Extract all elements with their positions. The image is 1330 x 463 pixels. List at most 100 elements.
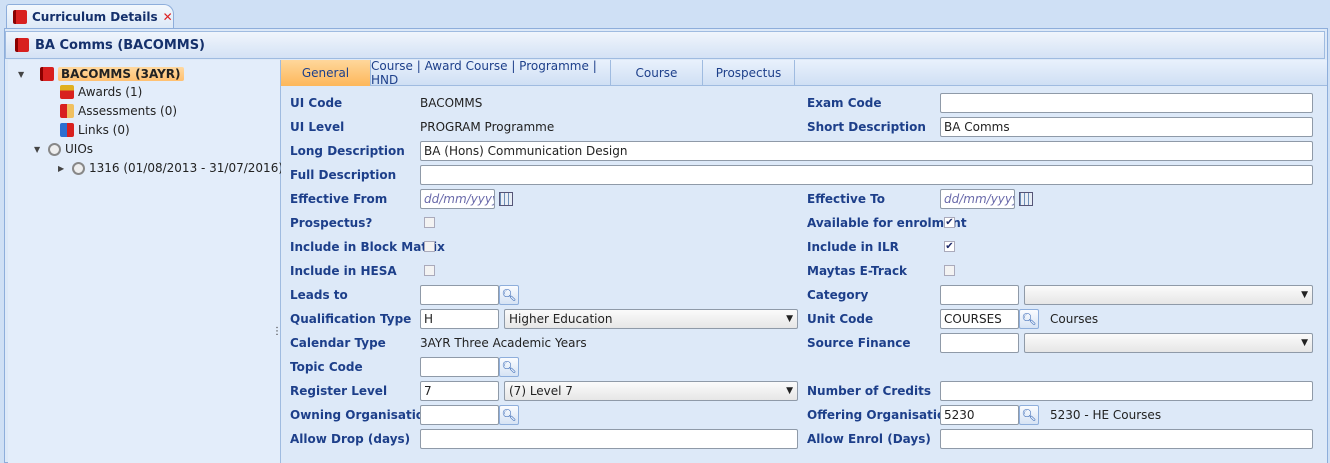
register-level-selected: (7) Level 7 <box>509 384 573 398</box>
tab-prospectus[interactable]: Prospectus <box>703 60 795 86</box>
search-icon[interactable]: 🔍︎ <box>1019 405 1039 425</box>
tree-node[interactable]: ▶ 1316 (01/08/2013 - 31/07/2016) <box>58 159 283 177</box>
detail-tabs: General Course | Award Course | Programme… <box>281 59 1327 87</box>
assessment-icon <box>60 104 74 118</box>
offering-organisation-description: 5230 - HE Courses <box>1050 408 1162 422</box>
register-level-label: Register Level <box>290 384 388 398</box>
short-description-input[interactable]: BA Comms <box>940 117 1313 137</box>
unit-code-label: Unit Code <box>807 312 874 326</box>
tab-course-award-course-programme-hnd[interactable]: Course | Award Course | Programme | HND <box>371 59 611 87</box>
qualification-type-dropdown[interactable]: Higher Education ▼ <box>504 309 798 329</box>
long-description-label: Long Description <box>290 144 405 158</box>
allow-enrol-days-input[interactable] <box>940 429 1313 449</box>
maytas-e-track-checkbox <box>944 265 955 276</box>
award-icon <box>60 85 74 99</box>
exam-code-label: Exam Code <box>807 96 882 110</box>
register-level-code-input[interactable]: 7 <box>420 381 499 401</box>
ui-code-label: UI Code <box>290 96 343 110</box>
effective-from-date-input[interactable]: dd/mm/yyyy <box>420 189 495 209</box>
topic-code-label: Topic Code <box>290 360 363 374</box>
book-icon <box>13 10 27 24</box>
record-title: BA Comms (BACOMMS) <box>35 37 206 53</box>
calendar-icon[interactable] <box>499 192 513 206</box>
ui-level-label: UI Level <box>290 120 345 134</box>
category-code-input[interactable] <box>940 285 1019 305</box>
tree-node-label: 1316 (01/08/2013 - 31/07/2016) <box>89 161 284 175</box>
category-dropdown[interactable]: ▼ <box>1024 285 1313 305</box>
expander-icon[interactable]: ▼ <box>34 145 44 154</box>
full-description-input[interactable] <box>420 165 1313 185</box>
tab-course[interactable]: Course <box>611 60 703 86</box>
short-description-label: Short Description <box>807 120 926 134</box>
calendar-type-label: Calendar Type <box>290 336 386 350</box>
source-finance-code-input[interactable] <box>940 333 1019 353</box>
general-form: UI Code BACOMMS UI Level PROGRAM Programme L… <box>281 86 1327 463</box>
exam-code-input[interactable] <box>940 93 1313 113</box>
chevron-down-icon: ▼ <box>1301 290 1308 300</box>
clock-icon <box>48 142 61 156</box>
chevron-down-icon: ▼ <box>1301 338 1308 348</box>
allow-drop-days-label: Allow Drop (days) <box>290 432 411 446</box>
chevron-down-icon: ▼ <box>786 386 793 396</box>
include-in-ilr-checkbox[interactable]: ✔ <box>944 241 955 252</box>
expander-icon[interactable]: ▶ <box>58 164 68 173</box>
include-in-ilr-label: Include in ILR <box>807 240 899 254</box>
search-icon[interactable]: 🔍︎ <box>499 285 519 305</box>
qualification-type-label: Qualification Type <box>290 312 412 326</box>
expander-icon[interactable]: ▼ <box>18 70 28 79</box>
full-description-label: Full Description <box>290 168 397 182</box>
tree-node-label: Links (0) <box>78 123 130 137</box>
close-icon[interactable]: ✕ <box>163 10 173 24</box>
tree-node[interactable]: Awards (1) <box>46 83 142 101</box>
prospectus-label: Prospectus? <box>290 216 373 230</box>
tab-curriculum-details[interactable]: Curriculum Details ✕ <box>6 4 174 29</box>
calendar-type-value: 3AYR Three Academic Years <box>420 336 587 350</box>
tab-general[interactable]: General <box>281 60 371 86</box>
offering-organisation-input[interactable]: 5230 <box>940 405 1019 425</box>
tree-node-label: Awards (1) <box>78 85 143 99</box>
source-finance-dropdown[interactable]: ▼ <box>1024 333 1313 353</box>
include-in-block-matrix-label: Include in Block Matrix <box>290 240 445 254</box>
prospectus-checkbox <box>424 217 435 228</box>
register-level-dropdown[interactable]: (7) Level 7 ▼ <box>504 381 798 401</box>
topic-code-input[interactable] <box>420 357 499 377</box>
effective-from-label: Effective From <box>290 192 388 206</box>
include-in-block-matrix-checkbox <box>424 241 435 252</box>
effective-to-date-input[interactable]: dd/mm/yyyy <box>940 189 1015 209</box>
qualification-type-code-input[interactable]: H <box>420 309 499 329</box>
calendar-icon[interactable] <box>1019 192 1033 206</box>
leads-to-input[interactable] <box>420 285 499 305</box>
tree-node[interactable]: ▼ BACOMMS (3AYR) <box>18 65 184 83</box>
book-icon <box>40 67 54 81</box>
owning-organisation-label: Owning Organisation <box>290 408 433 422</box>
long-description-input[interactable]: BA (Hons) Communication Design <box>420 141 1313 161</box>
owning-organisation-input[interactable] <box>420 405 499 425</box>
available-for-enrolment-checkbox[interactable]: ✔ <box>944 217 955 228</box>
tree-node[interactable]: Links (0) <box>46 121 130 139</box>
unit-code-description: Courses <box>1050 312 1099 326</box>
tree-node[interactable]: Assessments (0) <box>46 102 177 120</box>
search-icon[interactable]: 🔍︎ <box>1019 309 1039 329</box>
ui-code-value: BACOMMS <box>420 96 483 110</box>
search-icon[interactable]: 🔍︎ <box>499 405 519 425</box>
unit-code-input[interactable]: COURSES <box>940 309 1019 329</box>
allow-enrol-days-label: Allow Enrol (Days) <box>807 432 931 446</box>
clock-icon <box>72 161 85 175</box>
tree-node-label: Assessments (0) <box>78 104 178 118</box>
chevron-down-icon: ▼ <box>786 314 793 324</box>
include-in-hesa-checkbox <box>424 265 435 276</box>
search-icon[interactable]: 🔍︎ <box>499 357 519 377</box>
number-of-credits-input[interactable] <box>940 381 1313 401</box>
effective-to-label: Effective To <box>807 192 885 206</box>
allow-drop-days-input[interactable] <box>420 429 798 449</box>
doc-tab-title: Curriculum Details <box>32 10 158 24</box>
available-for-enrolment-label: Available for enrolment <box>807 216 967 230</box>
source-finance-label: Source Finance <box>807 336 911 350</box>
record-title-bar: BA Comms (BACOMMS) <box>5 31 1325 59</box>
tree-node-label: UIOs <box>65 142 94 156</box>
qualification-type-selected: Higher Education <box>509 312 613 326</box>
category-label: Category <box>807 288 869 302</box>
book-icon <box>15 38 29 52</box>
maytas-e-track-label: Maytas E-Track <box>807 264 908 278</box>
tree-node[interactable]: ▼ UIOs <box>34 140 93 158</box>
